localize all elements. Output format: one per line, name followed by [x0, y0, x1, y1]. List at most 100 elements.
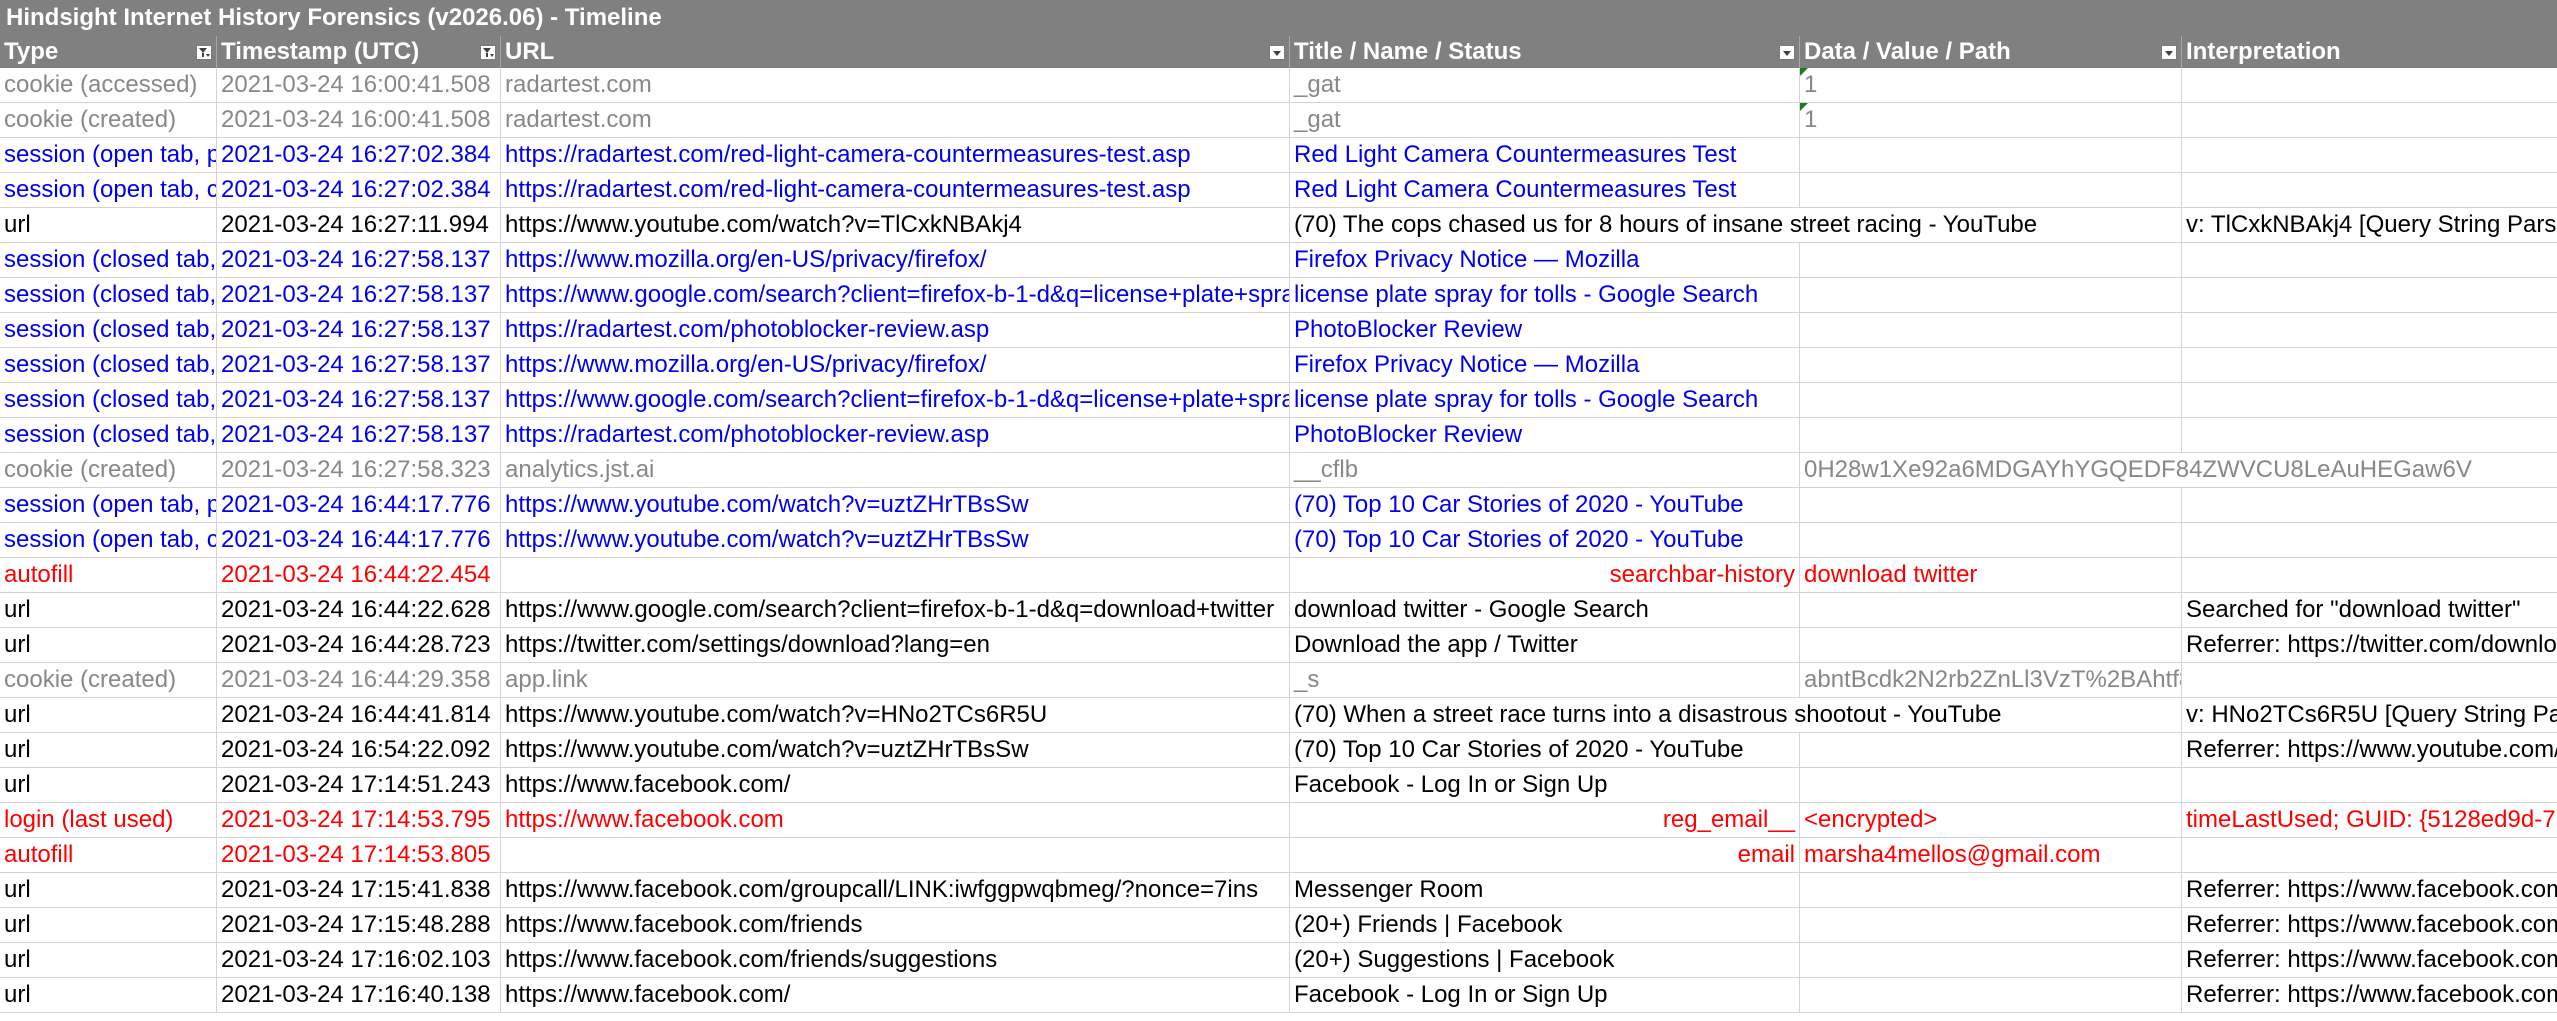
interpretation-cell[interactable] [2182, 838, 2557, 872]
timestamp-cell[interactable]: 2021-03-24 16:00:41.508 [217, 103, 501, 137]
interpretation-cell[interactable] [2182, 418, 2557, 452]
data-cell[interactable] [1800, 313, 2182, 347]
table-row[interactable]: session (closed tab, 2021-03-24 16:27:58.… [0, 278, 2557, 313]
type-cell[interactable]: session (open tab, p [0, 138, 217, 172]
table-row[interactable]: url 2021-03-24 17:16:40.138 https://www.fa… [0, 978, 2557, 1013]
type-cell[interactable]: autofill [0, 558, 217, 592]
title-cell[interactable]: (20+) Friends | Facebook [1290, 908, 1800, 942]
type-cell[interactable]: url [0, 698, 217, 732]
type-cell[interactable]: url [0, 208, 217, 242]
data-cell[interactable] [1800, 873, 2182, 907]
type-cell[interactable]: session (closed tab, [0, 313, 217, 347]
data-cell[interactable]: 1 [1800, 103, 2182, 137]
data-cell[interactable]: <encrypted> [1800, 803, 2182, 837]
timestamp-cell[interactable]: 2021-03-24 16:27:58.137 [217, 313, 501, 347]
url-cell[interactable]: https://www.google.com/search?client=fir… [501, 278, 1290, 312]
column-header-data[interactable]: Data / Value / Path [1800, 36, 2182, 68]
table-row[interactable]: cookie (created) 2021-03-24 16:27:58.323 a… [0, 453, 2557, 488]
timestamp-cell[interactable]: 2021-03-24 17:15:41.838 [217, 873, 501, 907]
title-cell[interactable]: license plate spray for tolls - Google S… [1290, 278, 1800, 312]
interpretation-cell[interactable]: Referrer: https://www.facebook.com/ [2182, 943, 2557, 977]
type-cell[interactable]: url [0, 943, 217, 977]
table-row[interactable]: url 2021-03-24 17:14:51.243 https://www.fa… [0, 768, 2557, 803]
title-cell[interactable]: Messenger Room [1290, 873, 1800, 907]
title-cell[interactable]: Red Light Camera Countermeasures Test [1290, 138, 1800, 172]
timestamp-cell[interactable]: 2021-03-24 16:27:58.137 [217, 418, 501, 452]
timestamp-cell[interactable]: 2021-03-24 16:27:58.137 [217, 383, 501, 417]
title-cell[interactable]: _gat [1290, 68, 1800, 102]
data-cell[interactable] [1800, 768, 2182, 802]
title-cell[interactable]: _gat [1290, 103, 1800, 137]
table-row[interactable]: session (open tab, p 2021-03-24 16:44:17.… [0, 488, 2557, 523]
url-cell[interactable]: https://www.facebook.com/friends [501, 908, 1290, 942]
data-cell[interactable] [1800, 523, 2182, 557]
data-cell[interactable]: marsha4mellos@gmail.com [1800, 838, 2182, 872]
data-cell[interactable]: 1 [1800, 68, 2182, 102]
timestamp-cell[interactable]: 2021-03-24 17:14:53.795 [217, 803, 501, 837]
type-cell[interactable]: cookie (accessed) [0, 68, 217, 102]
url-cell[interactable] [501, 558, 1290, 592]
timestamp-cell[interactable]: 2021-03-24 16:44:22.454 [217, 558, 501, 592]
title-cell[interactable]: license plate spray for tolls - Google S… [1290, 383, 1800, 417]
interpretation-cell[interactable] [2182, 663, 2557, 697]
interpretation-cell[interactable] [2182, 278, 2557, 312]
url-cell[interactable]: https://www.facebook.com/groupcall/LINK:… [501, 873, 1290, 907]
interpretation-cell[interactable] [2182, 488, 2557, 522]
interpretation-cell[interactable] [2182, 348, 2557, 382]
timestamp-cell[interactable]: 2021-03-24 16:27:11.994 [217, 208, 501, 242]
url-cell[interactable]: https://www.facebook.com/ [501, 768, 1290, 802]
data-cell[interactable] [1800, 943, 2182, 977]
title-cell[interactable]: PhotoBlocker Review [1290, 418, 1800, 452]
type-cell[interactable]: session (closed tab, [0, 243, 217, 277]
table-row[interactable]: session (closed tab, 2021-03-24 16:27:58.… [0, 243, 2557, 278]
data-cell[interactable]: download twitter [1800, 558, 2182, 592]
data-cell[interactable] [1800, 978, 2182, 1012]
url-cell[interactable]: https://www.youtube.com/watch?v=uztZHrTB… [501, 523, 1290, 557]
table-row[interactable]: url 2021-03-24 16:44:41.814 https://www.yo… [0, 698, 2557, 733]
type-cell[interactable]: session (closed tab, [0, 278, 217, 312]
title-cell[interactable]: Red Light Camera Countermeasures Test [1290, 173, 1800, 207]
timestamp-cell[interactable]: 2021-03-24 16:54:22.092 [217, 733, 501, 767]
data-cell[interactable]: abntBcdk2N2rb2ZnLl3VzT%2BAhtf8QBcb%2F8ys… [1800, 663, 2182, 697]
type-cell[interactable]: session (closed tab, [0, 348, 217, 382]
interpretation-cell[interactable]: Referrer: https://www.facebook.com/ [2182, 873, 2557, 907]
data-cell[interactable] [1800, 628, 2182, 662]
table-row[interactable]: session (closed tab, 2021-03-24 16:27:58.… [0, 348, 2557, 383]
type-cell[interactable]: session (closed tab, [0, 383, 217, 417]
interpretation-cell[interactable]: Referrer: https://www.facebook.com/ [2182, 978, 2557, 1012]
table-row[interactable]: login (last used) 2021-03-24 17:14:53.795… [0, 803, 2557, 838]
title-cell[interactable]: _s [1290, 663, 1800, 697]
interpretation-cell[interactable] [2182, 383, 2557, 417]
interpretation-cell[interactable] [2182, 68, 2557, 102]
interpretation-cell[interactable]: Referrer: https://twitter.com/download [2182, 628, 2557, 662]
url-cell[interactable]: https://www.youtube.com/watch?v=TlCxkNBA… [501, 208, 1290, 242]
url-cell[interactable]: https://www.facebook.com/ [501, 978, 1290, 1012]
interpretation-cell[interactable]: Referrer: https://www.youtube.com/ [2182, 733, 2557, 767]
url-cell[interactable]: https://www.youtube.com/watch?v=HNo2TCs6… [501, 698, 1290, 732]
url-cell[interactable] [501, 838, 1290, 872]
table-row[interactable]: url 2021-03-24 17:16:02.103 https://www.fa… [0, 943, 2557, 978]
title-cell[interactable]: Firefox Privacy Notice — Mozilla [1290, 348, 1800, 382]
table-row[interactable]: session (open tab, c 2021-03-24 16:27:02.… [0, 173, 2557, 208]
url-cell[interactable]: https://radartest.com/red-light-camera-c… [501, 173, 1290, 207]
interpretation-cell[interactable] [2182, 138, 2557, 172]
timestamp-cell[interactable]: 2021-03-24 16:44:17.776 [217, 523, 501, 557]
url-cell[interactable]: https://www.youtube.com/watch?v=uztZHrTB… [501, 733, 1290, 767]
title-cell[interactable]: download twitter - Google Search [1290, 593, 1800, 627]
table-row[interactable]: autofill 2021-03-24 17:14:53.805 email mars… [0, 838, 2557, 873]
title-cell[interactable]: PhotoBlocker Review [1290, 313, 1800, 347]
interpretation-cell[interactable]: timeLastUsed; GUID: {5128ed9d-7 [2182, 803, 2557, 837]
url-cell[interactable]: https://www.facebook.com/friends/suggest… [501, 943, 1290, 977]
timestamp-cell[interactable]: 2021-03-24 17:16:40.138 [217, 978, 501, 1012]
timestamp-cell[interactable]: 2021-03-24 16:44:29.358 [217, 663, 501, 697]
interpretation-cell[interactable]: v: HNo2TCs6R5U [Query String Parsed] [2182, 698, 2557, 732]
url-cell[interactable]: https://www.google.com/search?client=fir… [501, 383, 1290, 417]
type-cell[interactable]: cookie (created) [0, 663, 217, 697]
data-cell[interactable] [1800, 733, 2182, 767]
title-cell[interactable]: email [1290, 838, 1800, 872]
interpretation-cell[interactable] [2182, 313, 2557, 347]
title-cell[interactable]: (70) Top 10 Car Stories of 2020 - YouTub… [1290, 733, 1800, 767]
data-cell[interactable] [1800, 348, 2182, 382]
url-cell[interactable]: https://www.facebook.com [501, 803, 1290, 837]
column-header-interpretation[interactable]: Interpretation [2182, 36, 2557, 68]
